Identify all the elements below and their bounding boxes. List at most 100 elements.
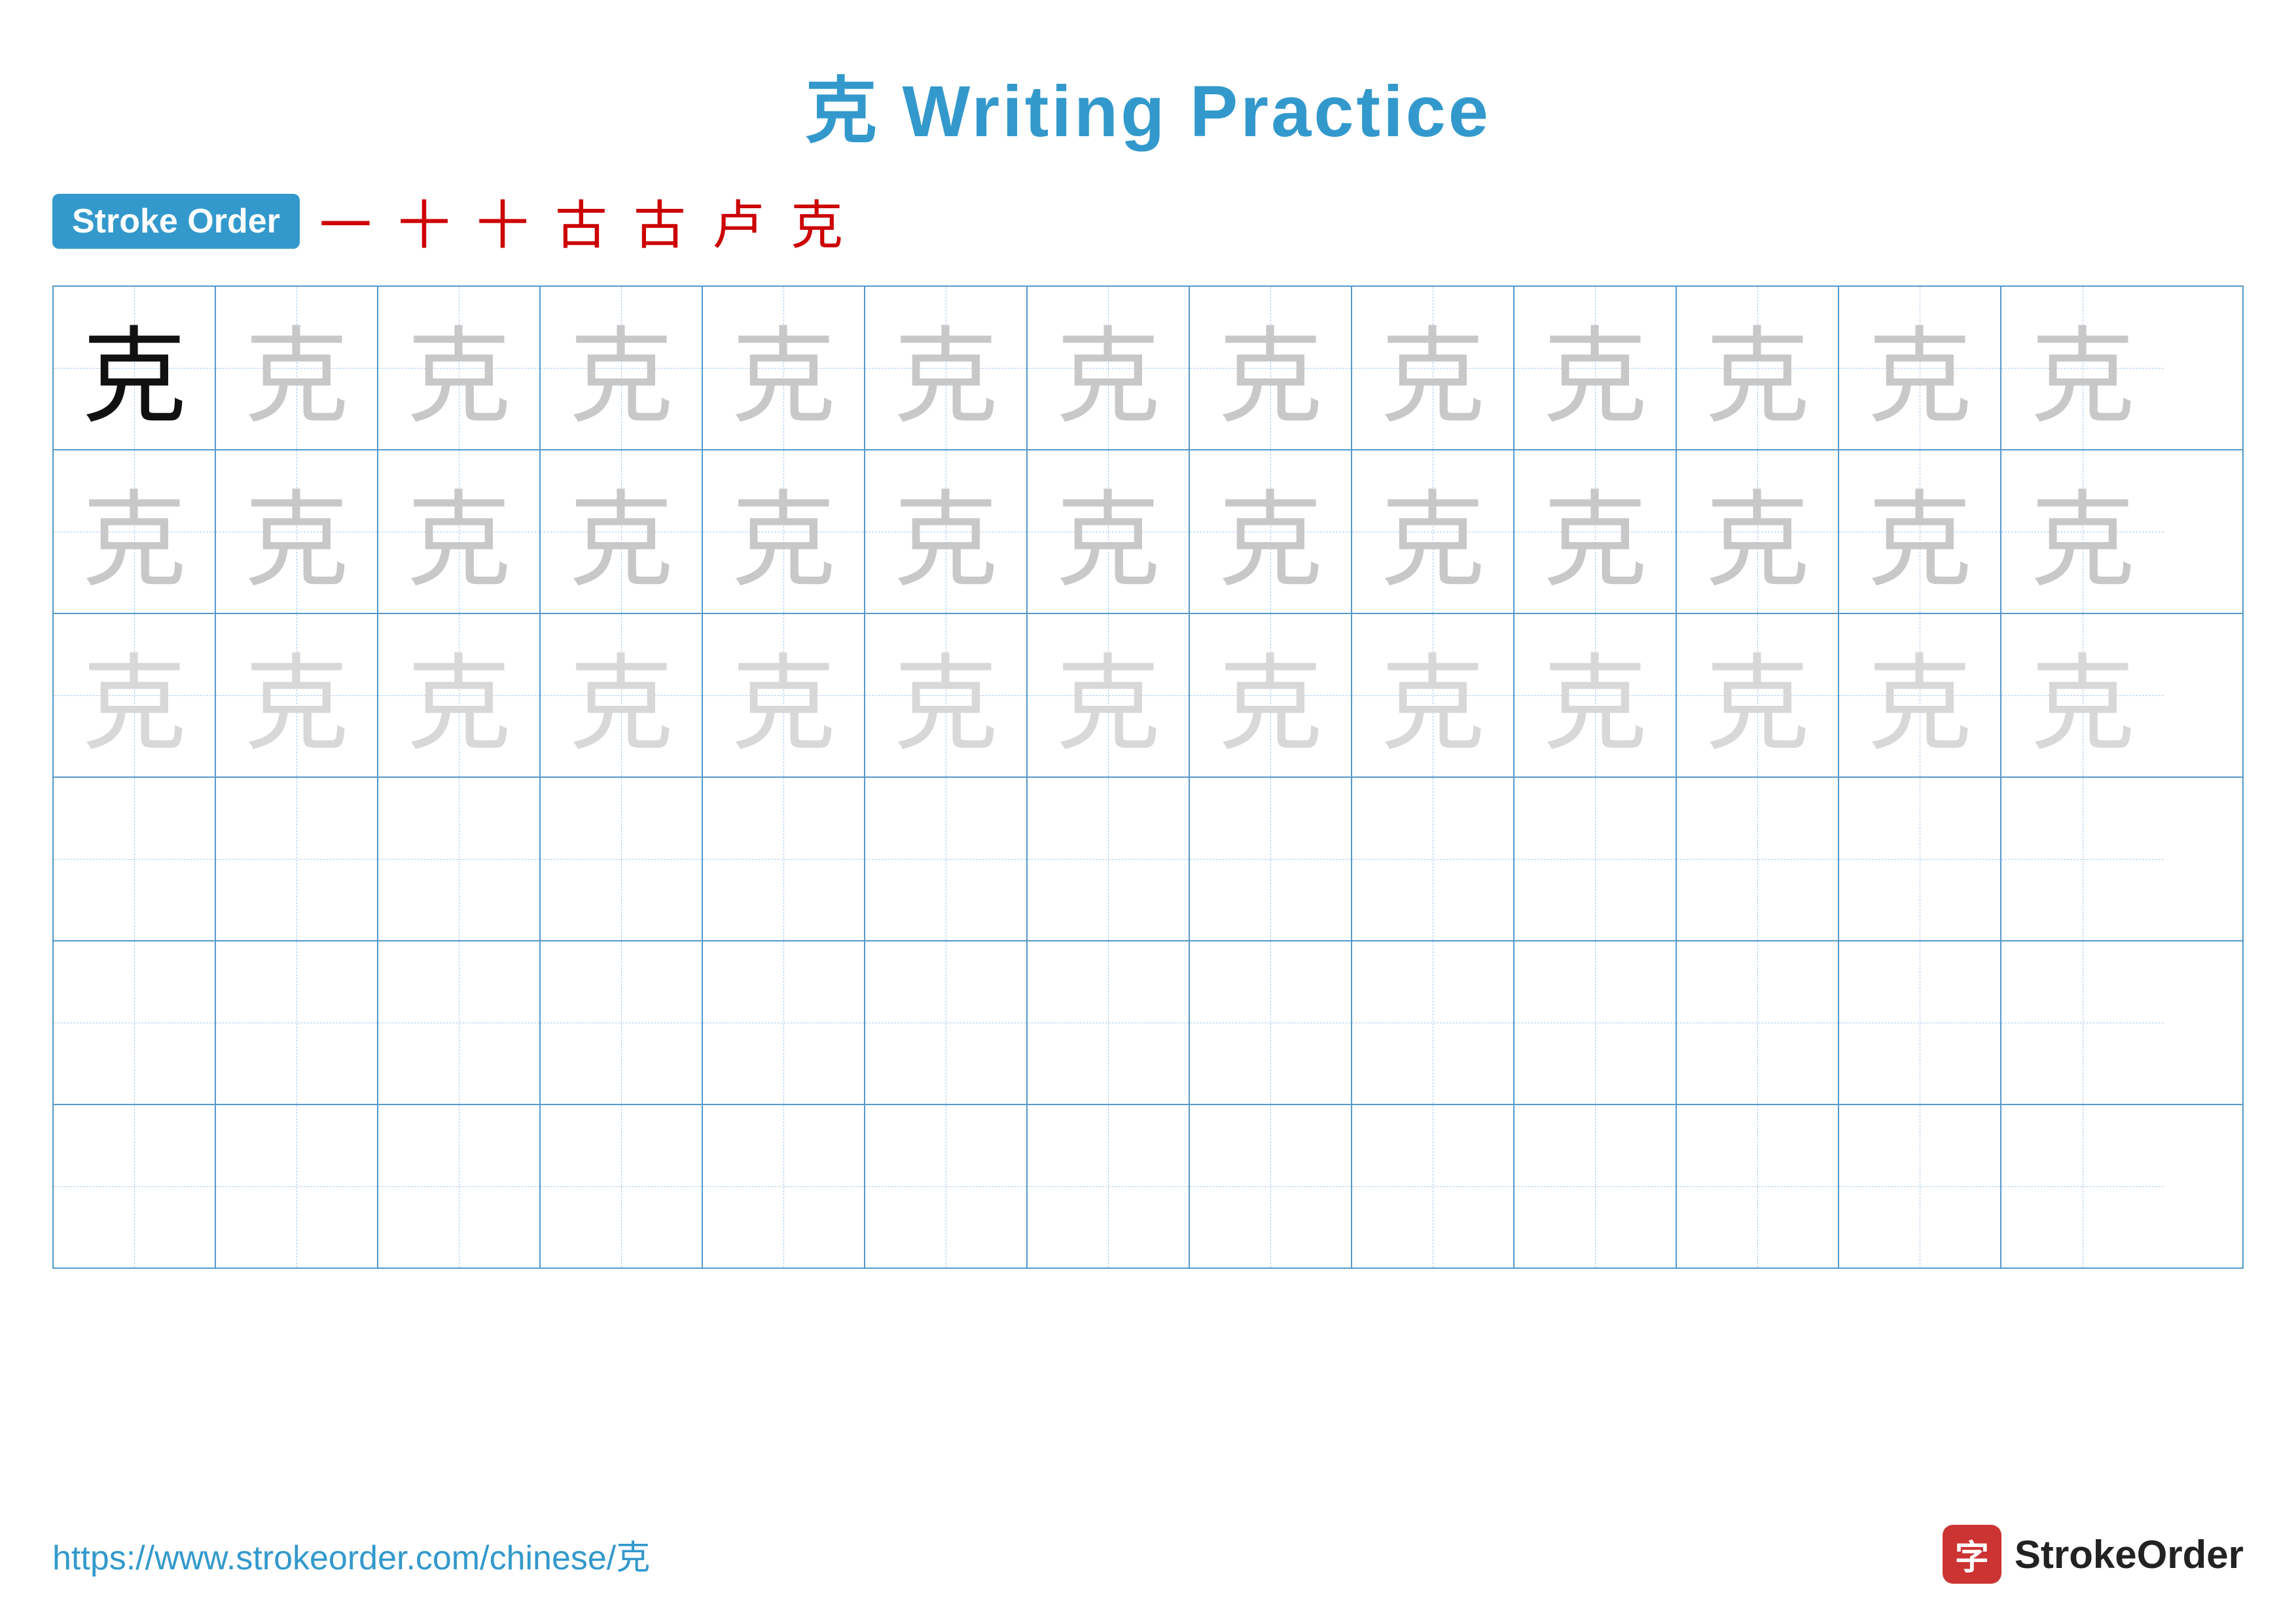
grid-cell-r2-c6: 克 (865, 450, 1028, 613)
grid-cell-r2-c4: 克 (541, 450, 703, 613)
grid-cell-r2-c13: 克 (2001, 450, 2164, 613)
grid-cell-r3-c13: 克 (2001, 614, 2164, 776)
grid-cell-r1-c1: 克 (54, 287, 216, 449)
grid-cell-r4-c10 (1515, 778, 1677, 940)
grid-cell-r3-c11: 克 (1677, 614, 1839, 776)
grid-cell-r2-c1: 克 (54, 450, 216, 613)
grid-cell-r1-c5: 克 (703, 287, 865, 449)
grid-cell-r3-c3: 克 (378, 614, 541, 776)
grid-cell-r2-c5: 克 (703, 450, 865, 613)
grid-cell-r2-c7: 克 (1028, 450, 1190, 613)
grid-cell-r4-c13 (2001, 778, 2164, 940)
grid-cell-r5-c1 (54, 941, 216, 1104)
footer: https://www.strokeorder.com/chinese/克 字 … (52, 1525, 2244, 1584)
grid-cell-r3-c7: 克 (1028, 614, 1190, 776)
grid-cell-r5-c4 (541, 941, 703, 1104)
char-display: 克 (82, 292, 187, 444)
stroke-6: 卢 (712, 183, 764, 259)
grid-cell-r6-c9 (1352, 1105, 1515, 1267)
grid-cell-r6-c4 (541, 1105, 703, 1267)
grid-cell-r4-c2 (216, 778, 378, 940)
grid-cell-r3-c10: 克 (1515, 614, 1677, 776)
grid-cell-r1-c6: 克 (865, 287, 1028, 449)
grid-cell-r6-c5 (703, 1105, 865, 1267)
logo-icon: 字 (1943, 1525, 2001, 1584)
footer-logo: 字 StrokeOrder (1943, 1525, 2244, 1584)
grid-cell-r6-c1 (54, 1105, 216, 1267)
grid-cell-r6-c10 (1515, 1105, 1677, 1267)
grid-cell-r5-c6 (865, 941, 1028, 1104)
grid-cell-r3-c9: 克 (1352, 614, 1515, 776)
grid-row-3: 克 克 克 克 克 克 克 克 克 克 克 克 克 (54, 614, 2242, 778)
stroke-order-row: Stroke Order 一 十 十 古 古 卢 克 (0, 157, 2296, 285)
grid-cell-r2-c12: 克 (1839, 450, 2001, 613)
title-char: 克 (805, 71, 880, 152)
grid-cell-r5-c3 (378, 941, 541, 1104)
grid-cell-r2-c10: 克 (1515, 450, 1677, 613)
grid-cell-r6-c12 (1839, 1105, 2001, 1267)
grid-row-5 (54, 941, 2242, 1105)
grid-row-2: 克 克 克 克 克 克 克 克 克 克 克 克 克 (54, 450, 2242, 614)
grid-cell-r4-c12 (1839, 778, 2001, 940)
grid-cell-r4-c1 (54, 778, 216, 940)
grid-cell-r4-c9 (1352, 778, 1515, 940)
grid-cell-r3-c12: 克 (1839, 614, 2001, 776)
grid-row-6 (54, 1105, 2242, 1267)
grid-cell-r1-c7: 克 (1028, 287, 1190, 449)
grid-cell-r3-c1: 克 (54, 614, 216, 776)
grid-cell-r5-c11 (1677, 941, 1839, 1104)
grid-cell-r2-c8: 克 (1190, 450, 1352, 613)
logo-text: StrokeOrder (2015, 1532, 2244, 1577)
stroke-5: 古 (634, 183, 686, 259)
grid-row-1: 克 克 克 克 克 克 克 克 克 克 克 克 克 (54, 287, 2242, 450)
grid-cell-r1-c10: 克 (1515, 287, 1677, 449)
grid-cell-r1-c12: 克 (1839, 287, 2001, 449)
stroke-4: 古 (555, 183, 607, 259)
footer-url: https://www.strokeorder.com/chinese/克 (52, 1530, 650, 1579)
grid-cell-r4-c11 (1677, 778, 1839, 940)
stroke-1: 一 (319, 183, 372, 259)
grid-cell-r5-c7 (1028, 941, 1190, 1104)
grid-cell-r6-c8 (1190, 1105, 1352, 1267)
grid-cell-r5-c12 (1839, 941, 2001, 1104)
grid-cell-r3-c5: 克 (703, 614, 865, 776)
grid-cell-r2-c2: 克 (216, 450, 378, 613)
grid-cell-r6-c2 (216, 1105, 378, 1267)
grid-cell-r5-c9 (1352, 941, 1515, 1104)
practice-grid: 克 克 克 克 克 克 克 克 克 克 克 克 克 克 克 克 克 克 克 克 … (52, 285, 2244, 1269)
page-title: 克 Writing Practice (0, 0, 2296, 157)
grid-cell-r4-c6 (865, 778, 1028, 940)
grid-cell-r4-c8 (1190, 778, 1352, 940)
grid-cell-r6-c13 (2001, 1105, 2164, 1267)
grid-cell-r3-c2: 克 (216, 614, 378, 776)
stroke-2: 十 (398, 183, 450, 259)
grid-cell-r2-c9: 克 (1352, 450, 1515, 613)
grid-cell-r1-c9: 克 (1352, 287, 1515, 449)
stroke-3: 十 (476, 183, 529, 259)
grid-cell-r1-c2: 克 (216, 287, 378, 449)
grid-cell-r4-c7 (1028, 778, 1190, 940)
grid-cell-r3-c8: 克 (1190, 614, 1352, 776)
grid-cell-r5-c2 (216, 941, 378, 1104)
grid-cell-r2-c11: 克 (1677, 450, 1839, 613)
stroke-order-badge: Stroke Order (52, 194, 300, 249)
grid-cell-r4-c3 (378, 778, 541, 940)
grid-cell-r2-c3: 克 (378, 450, 541, 613)
grid-cell-r5-c10 (1515, 941, 1677, 1104)
grid-cell-r6-c7 (1028, 1105, 1190, 1267)
grid-cell-r1-c13: 克 (2001, 287, 2164, 449)
grid-cell-r6-c3 (378, 1105, 541, 1267)
title-text: Writing Practice (880, 71, 1491, 152)
grid-cell-r3-c4: 克 (541, 614, 703, 776)
grid-cell-r4-c4 (541, 778, 703, 940)
grid-cell-r1-c11: 克 (1677, 287, 1839, 449)
grid-cell-r1-c4: 克 (541, 287, 703, 449)
grid-cell-r1-c3: 克 (378, 287, 541, 449)
grid-row-4 (54, 778, 2242, 941)
grid-cell-r5-c5 (703, 941, 865, 1104)
stroke-7: 克 (791, 183, 843, 259)
grid-cell-r4-c5 (703, 778, 865, 940)
grid-cell-r5-c13 (2001, 941, 2164, 1104)
grid-cell-r5-c8 (1190, 941, 1352, 1104)
grid-cell-r1-c8: 克 (1190, 287, 1352, 449)
